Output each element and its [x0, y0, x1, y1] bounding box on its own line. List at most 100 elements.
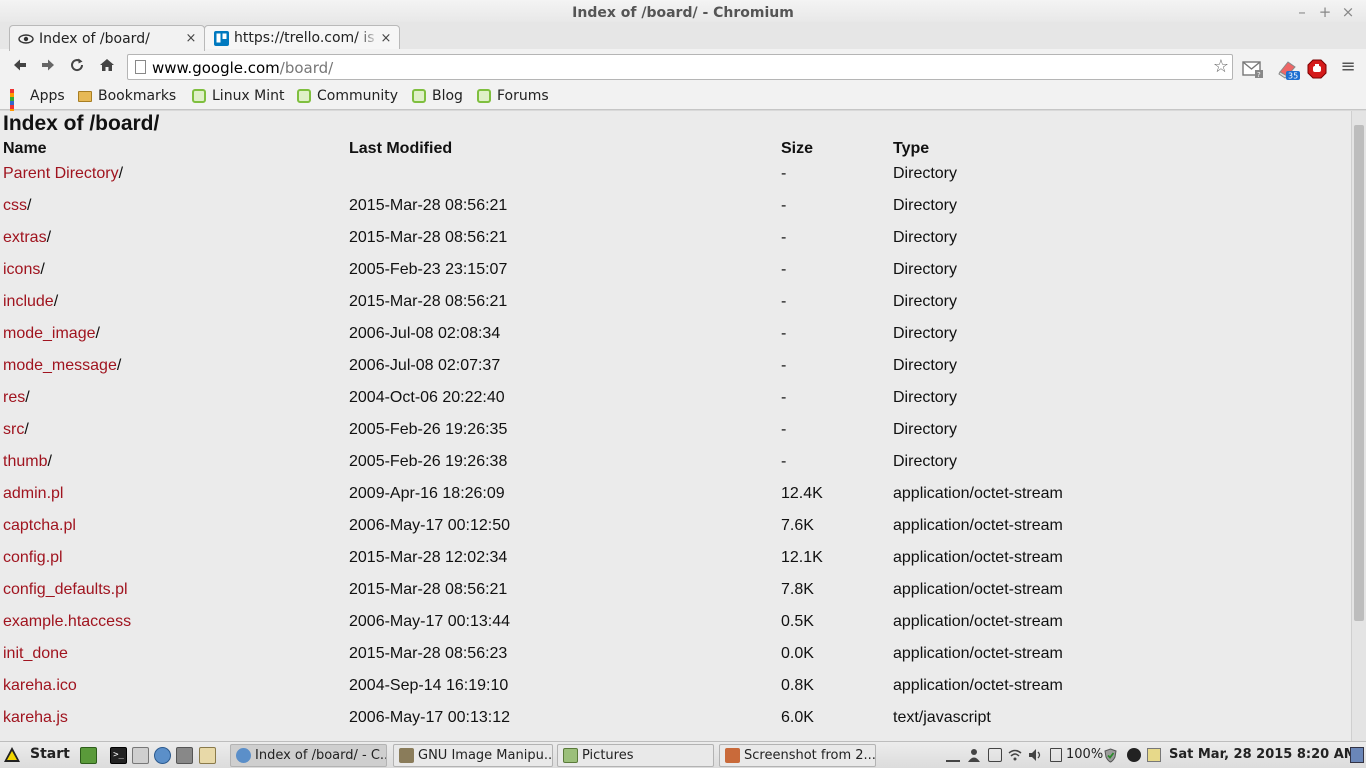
- forward-button[interactable]: [38, 57, 58, 77]
- file-link[interactable]: config.pl: [3, 549, 63, 566]
- table-row: kareha.js 2006-May-17 00:13:12 6.0K text/ja…: [0, 709, 1351, 733]
- bookmark-linux-mint[interactable]: Linux Mint: [192, 88, 285, 104]
- file-link[interactable]: include: [3, 293, 54, 310]
- task-screenshot-viewer[interactable]: Screenshot from 2...: [719, 744, 876, 767]
- menu-icon[interactable]: ≡: [1338, 57, 1358, 77]
- tab-trello[interactable]: https://trello.com/ is ×: [204, 25, 400, 50]
- start-menu-button[interactable]: Start: [4, 746, 70, 762]
- bookmark-blog[interactable]: Blog: [412, 88, 463, 104]
- bookmark-community[interactable]: Community: [297, 88, 398, 104]
- battery-percentage: 100%: [1066, 747, 1104, 762]
- wifi-icon[interactable]: [1008, 748, 1022, 762]
- clock[interactable]: Sat Mar, 28 2015 8:20 AM: [1169, 747, 1357, 762]
- chat-status-icon[interactable]: [1127, 748, 1141, 762]
- file-link[interactable]: init_done: [3, 645, 68, 662]
- file-manager-icon[interactable]: [132, 747, 149, 764]
- task-label: GNU Image Manipu...: [418, 748, 553, 763]
- back-button[interactable]: [10, 57, 30, 77]
- file-link[interactable]: thumb: [3, 453, 47, 470]
- close-window-button[interactable]: ×: [1338, 3, 1358, 21]
- maximize-button[interactable]: +: [1315, 3, 1335, 21]
- file-link[interactable]: css: [3, 197, 27, 214]
- file-name-cell: admin.pl: [3, 485, 63, 503]
- bookmark-bookmarks-folder[interactable]: Bookmarks: [78, 88, 176, 104]
- bookmark-apps[interactable]: Apps: [10, 88, 65, 125]
- task-pictures[interactable]: Pictures: [557, 744, 714, 767]
- size-cell: -: [781, 357, 787, 374]
- file-link[interactable]: src: [3, 421, 24, 438]
- type-cell: Directory: [893, 325, 958, 342]
- close-tab-icon[interactable]: ×: [184, 31, 198, 46]
- column-header-last-modified[interactable]: Last Modified: [349, 140, 452, 158]
- minimize-button[interactable]: –: [1292, 3, 1312, 21]
- bookmark-star-icon[interactable]: ☆: [1213, 56, 1229, 77]
- table-row: icons/2005-Feb-23 23:15:07- Directory: [0, 261, 1351, 285]
- gimp-launcher-icon[interactable]: [176, 747, 193, 764]
- file-link[interactable]: res: [3, 389, 25, 406]
- reload-button[interactable]: [67, 57, 87, 77]
- page-content: Index of /board/ Name Last Modified Size…: [0, 111, 1351, 741]
- start-label: Start: [30, 746, 70, 762]
- last-modified-cell: 2015-Mar-28 08:56:21: [349, 197, 508, 214]
- table-row: admin.pl 2009-Apr-16 18:26:09 12.4K applica…: [0, 485, 1351, 509]
- file-link[interactable]: Parent Directory: [3, 165, 119, 182]
- size-cell: 12.4K: [781, 485, 823, 502]
- home-button[interactable]: [97, 57, 117, 77]
- page-info-icon[interactable]: [135, 60, 146, 74]
- tab-index-of-board[interactable]: Index of /board/ ×: [9, 25, 205, 51]
- file-link[interactable]: kareha.ico: [3, 677, 77, 694]
- directory-slash: /: [47, 453, 52, 470]
- chromium-icon: [236, 748, 251, 763]
- column-header-type[interactable]: Type: [893, 140, 929, 158]
- column-header-name[interactable]: Name: [3, 140, 47, 158]
- volume-icon[interactable]: [1028, 748, 1042, 762]
- url-text[interactable]: www.google.com/board/: [152, 59, 333, 77]
- chromium-launcher-icon[interactable]: [154, 747, 171, 764]
- task-chromium[interactable]: Index of /board/ - C...: [230, 744, 387, 767]
- directory-slash: /: [118, 165, 124, 182]
- directory-slash: /: [27, 197, 32, 214]
- battery-icon[interactable]: [1050, 748, 1062, 762]
- file-link[interactable]: example.htaccess: [3, 613, 131, 630]
- file-name-cell: include/: [3, 293, 58, 311]
- column-header-size[interactable]: Size: [781, 140, 813, 158]
- user-icon[interactable]: [967, 748, 981, 762]
- eraser-extension-icon[interactable]: 35: [1277, 59, 1300, 81]
- svg-text:35: 35: [1288, 72, 1298, 81]
- file-name-cell: kareha.ico: [3, 677, 77, 695]
- file-link[interactable]: icons: [3, 261, 40, 278]
- notes-icon[interactable]: [1147, 748, 1161, 762]
- size-cell: 0.0K: [781, 645, 814, 662]
- scrollbar-thumb[interactable]: [1354, 125, 1364, 621]
- reload-icon: [71, 58, 84, 72]
- file-link[interactable]: admin.pl: [3, 485, 63, 502]
- file-link[interactable]: config_defaults.pl: [3, 581, 128, 598]
- close-tab-icon[interactable]: ×: [379, 31, 393, 46]
- clipboard-icon[interactable]: [988, 748, 1002, 762]
- mint-icon: [297, 89, 311, 103]
- task-gimp[interactable]: GNU Image Manipu...: [393, 744, 553, 767]
- file-link[interactable]: mode_message: [3, 357, 117, 374]
- file-link[interactable]: kareha.js: [3, 709, 68, 726]
- file-link[interactable]: mode_image: [3, 325, 96, 342]
- file-link[interactable]: captcha.pl: [3, 517, 76, 534]
- gmail-checker-icon[interactable]: ?: [1242, 59, 1263, 79]
- size-cell: -: [781, 325, 787, 342]
- vertical-scrollbar[interactable]: [1351, 111, 1366, 741]
- clapperboard-icon[interactable]: [199, 747, 216, 764]
- directory-slash: /: [46, 229, 52, 246]
- terminal-icon[interactable]: >_: [110, 747, 127, 764]
- keyboard-layout-icon[interactable]: [946, 748, 960, 762]
- show-desktop-icon[interactable]: [80, 747, 97, 764]
- shield-icon[interactable]: [1103, 748, 1117, 763]
- workspace-icon[interactable]: [1350, 747, 1364, 763]
- bookmark-forums[interactable]: Forums: [477, 88, 549, 104]
- directory-slash: /: [53, 293, 59, 310]
- taskbar: Start >_ Index of /board/ - C... GNU Ima…: [0, 741, 1366, 768]
- gimp-icon: [399, 748, 414, 763]
- file-name-cell: init_done: [3, 645, 68, 663]
- directory-slash: /: [95, 325, 100, 342]
- adblock-icon[interactable]: [1307, 59, 1327, 79]
- file-link[interactable]: extras: [3, 229, 47, 246]
- address-bar[interactable]: www.google.com/board/ ☆: [127, 54, 1233, 80]
